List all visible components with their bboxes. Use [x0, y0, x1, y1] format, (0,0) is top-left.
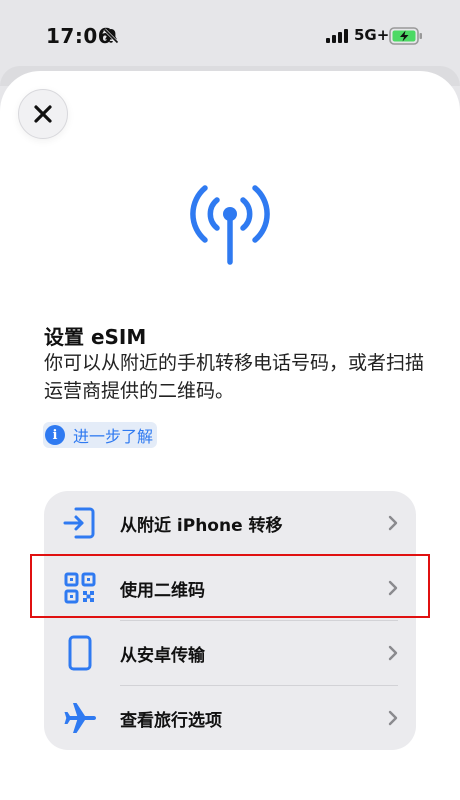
page-title: 设置 eSIM [44, 325, 147, 349]
network-type: 5G+ [354, 26, 390, 44]
option-transfer-from-android[interactable]: 从安卓传输 [44, 621, 416, 685]
phone-icon [68, 635, 92, 671]
highlight-box [30, 554, 430, 618]
antenna-icon [190, 185, 270, 265]
bell-slash-icon [103, 28, 119, 44]
learn-more-label: 进一步了解 [73, 427, 154, 446]
chevron-right-icon [388, 710, 398, 726]
option-view-travel-options[interactable]: 查看旅行选项 [44, 686, 416, 750]
info-icon: i [45, 425, 65, 445]
status-bar: 17:06 5G+ [0, 0, 460, 72]
close-button[interactable] [18, 89, 68, 139]
page-description: 你可以从附近的手机转移电话号码，或者扫描运营商提供的二维码。 [44, 352, 425, 402]
close-icon [34, 105, 52, 123]
option-label: 从安卓传输 [120, 646, 205, 666]
battery-charging-icon [389, 27, 422, 45]
option-label: 查看旅行选项 [120, 711, 222, 731]
transfer-in-icon [63, 507, 95, 539]
option-transfer-from-iphone[interactable]: 从附近 iPhone 转移 [44, 491, 416, 555]
airplane-icon [64, 703, 96, 733]
learn-more-link[interactable]: i 进一步了解 [43, 422, 158, 448]
esim-setup-screen: 17:06 5G+ 设置 eSIM 你可以从附近的手机转移电话号码，或者扫描运营… [0, 0, 460, 800]
chevron-right-icon [388, 515, 398, 531]
option-label: 从附近 iPhone 转移 [120, 516, 283, 536]
signal-icon [326, 29, 348, 43]
chevron-right-icon [388, 645, 398, 661]
setup-options-list: 从附近 iPhone 转移 使用二维码 从安卓传输 查看旅行选项 [44, 491, 416, 750]
